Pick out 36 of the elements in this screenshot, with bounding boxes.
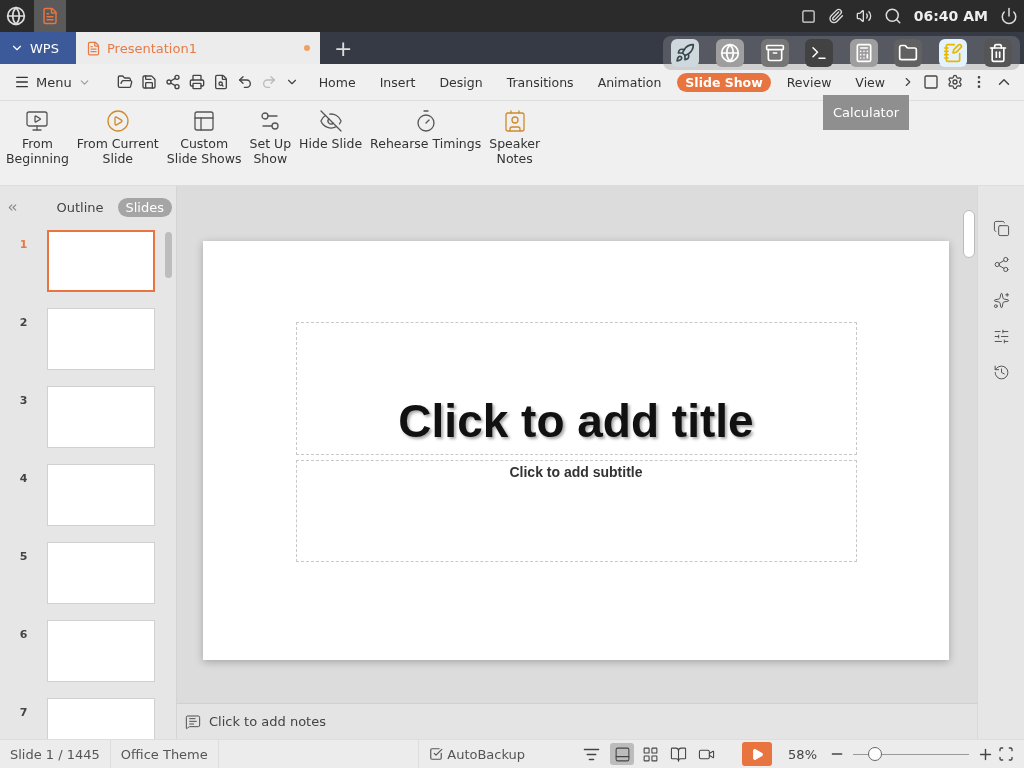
menu-button[interactable]: Menu: [10, 74, 95, 90]
ribbon-button[interactable]: Rehearse Timings: [366, 109, 486, 151]
slide-number: 5: [18, 549, 29, 563]
ribbon-tab[interactable]: Transitions: [498, 72, 582, 92]
wps-tab[interactable]: WPS: [0, 32, 76, 64]
panel-tab[interactable]: Outline: [48, 197, 112, 217]
slide-number: 4: [18, 471, 29, 485]
ribbon-tab[interactable]: Design: [431, 72, 491, 92]
clock: 06:40 AM: [913, 8, 988, 24]
ribbon-tab[interactable]: Review: [778, 72, 840, 92]
theme-name: Office Theme: [110, 740, 219, 768]
slide-number: 3: [18, 393, 29, 407]
ribbon-tab[interactable]: Animation: [589, 72, 670, 92]
slide-number: 6: [18, 627, 29, 641]
subtitle-text: Click to add subtitle: [509, 464, 643, 482]
ribbon-button[interactable]: Set Up Show: [245, 109, 296, 166]
ribbon-tab[interactable]: Insert: [371, 72, 424, 92]
ribbon-button[interactable]: Custom Slide Shows: [162, 109, 246, 166]
tooltip: Calculator: [823, 95, 909, 130]
subtitle-placeholder[interactable]: Click to add subtitle: [295, 460, 857, 562]
ribbon-tab[interactable]: View: [847, 72, 894, 92]
autobackup-button[interactable]: AutoBackup: [418, 740, 536, 768]
slide-number: 2: [18, 315, 29, 329]
new-tab-button[interactable]: +: [320, 32, 367, 64]
title-placeholder[interactable]: Click to add title: [295, 322, 857, 455]
slide-counter: Slide 1 / 1445: [0, 740, 111, 768]
ribbon-button[interactable]: Hide Slide: [295, 109, 367, 151]
title-text: Click to add title: [398, 394, 754, 448]
ribbon-button[interactable]: Speaker Notes: [485, 109, 545, 166]
ribbon-button[interactable]: From Beginning: [2, 109, 73, 166]
notes-placeholder[interactable]: Click to add notes: [209, 714, 326, 729]
zoom-level[interactable]: 58%: [788, 746, 817, 762]
ribbon-button[interactable]: From Current Slide: [72, 109, 163, 166]
slide-number: 7: [18, 705, 29, 719]
slide-number: 1: [18, 237, 29, 251]
ribbon-tab[interactable]: Home: [310, 72, 364, 92]
